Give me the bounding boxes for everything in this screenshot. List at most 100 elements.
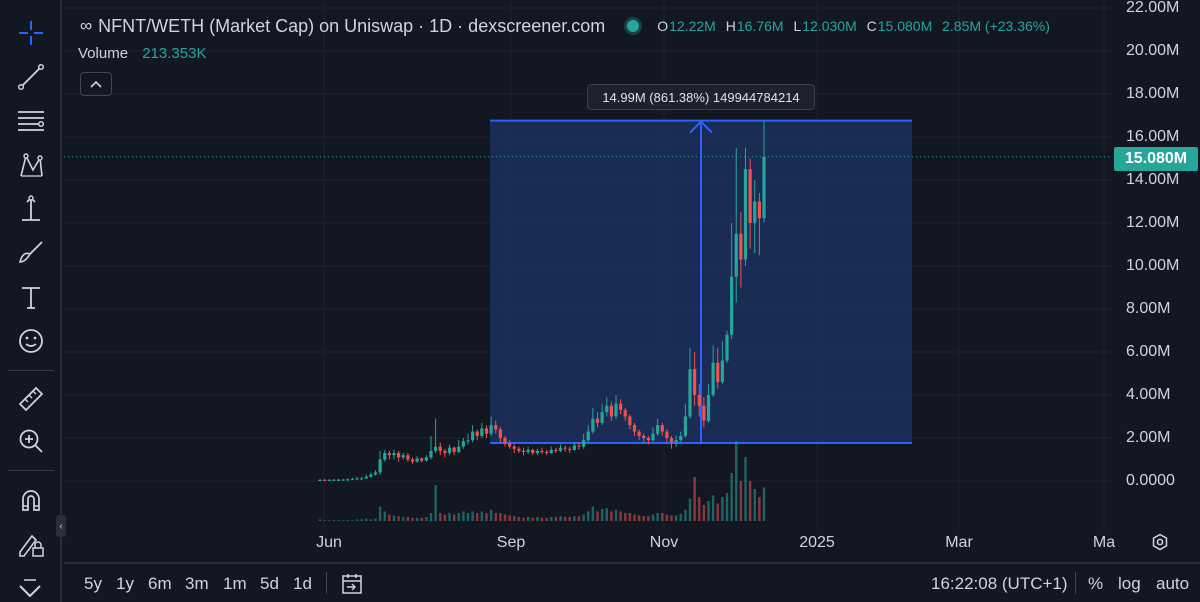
volume-bar bbox=[730, 473, 733, 521]
lock-drawing-tool[interactable] bbox=[10, 526, 52, 564]
candle-body bbox=[401, 455, 405, 458]
open-value: 12.22M bbox=[669, 18, 716, 34]
volume-bar bbox=[508, 515, 511, 521]
chevron-left-icon: ‹ bbox=[59, 520, 63, 532]
brush-tool[interactable] bbox=[10, 234, 52, 272]
volume-bar bbox=[716, 503, 719, 521]
volume-bar bbox=[735, 441, 738, 521]
go-to-date-button[interactable] bbox=[340, 572, 364, 596]
ohlc-values: O12.22M H16.76M L12.030M C15.080M 2.85M … bbox=[657, 18, 1056, 34]
lock-drawing-icon bbox=[19, 534, 44, 557]
candle-body bbox=[438, 446, 442, 451]
price-axis[interactable]: 22.00M 20.00M 18.00M 16.00M 14.00M 12.00M 10.0… bbox=[1112, 0, 1200, 530]
volume-bar bbox=[332, 520, 336, 521]
candle-body bbox=[475, 431, 479, 436]
volume-bar bbox=[711, 495, 715, 521]
text-tool[interactable] bbox=[10, 278, 52, 316]
candle-body bbox=[364, 476, 368, 479]
volume-bar bbox=[388, 514, 391, 521]
range-3m-button[interactable]: 3m bbox=[185, 574, 209, 594]
candle-body bbox=[424, 457, 428, 461]
candle-body bbox=[734, 233, 738, 277]
candle-body bbox=[517, 448, 521, 451]
low-value: 12.030M bbox=[802, 18, 857, 34]
volume-bar bbox=[462, 511, 465, 521]
volume-bar bbox=[665, 514, 669, 521]
volume-bar bbox=[550, 517, 553, 521]
candle-body bbox=[688, 369, 692, 417]
crosshair-tool[interactable] bbox=[10, 14, 52, 52]
volume-bar bbox=[684, 509, 687, 521]
emoji-icon bbox=[19, 329, 43, 353]
candle-body bbox=[327, 479, 331, 481]
volume-bar bbox=[739, 481, 743, 521]
volume-bar bbox=[471, 511, 474, 521]
volume-bar bbox=[610, 511, 613, 521]
collapse-legend-button[interactable] bbox=[80, 72, 112, 96]
open-key: O bbox=[657, 18, 669, 34]
volume-bar bbox=[656, 513, 659, 521]
candle-body bbox=[512, 446, 516, 449]
timezone-clock[interactable]: 16:22:08 (UTC+1) bbox=[931, 574, 1068, 594]
volume-bar bbox=[365, 518, 368, 521]
trash-tool[interactable] bbox=[16, 578, 44, 602]
range-1y-button[interactable]: 1y bbox=[116, 574, 134, 594]
candle-body bbox=[582, 440, 586, 447]
volume-bar bbox=[378, 506, 382, 521]
current-price-label: 15.080M bbox=[1114, 147, 1198, 171]
volume-bar bbox=[600, 509, 604, 521]
range-5d-button[interactable]: 5d bbox=[260, 574, 279, 594]
bottom-divider bbox=[326, 572, 327, 594]
candle-body bbox=[457, 446, 461, 452]
fib-retracement-tool[interactable] bbox=[10, 102, 52, 140]
magnet-tool[interactable] bbox=[10, 482, 52, 520]
candle-body bbox=[656, 425, 660, 434]
candle-body bbox=[480, 428, 484, 436]
magnet-icon bbox=[22, 490, 40, 511]
volume-bar bbox=[651, 514, 655, 521]
volume-bar bbox=[702, 505, 706, 521]
candle-body bbox=[725, 334, 729, 361]
percent-scale-toggle[interactable]: % bbox=[1088, 574, 1103, 594]
zoom-in-tool[interactable] bbox=[10, 422, 52, 460]
volume-bar bbox=[346, 520, 349, 521]
volume-bar bbox=[425, 517, 428, 521]
volume-bar bbox=[758, 497, 761, 521]
time-axis[interactable]: Jun Sep Nov 2025 Mar Ma bbox=[64, 530, 1115, 560]
volume-bar bbox=[476, 513, 479, 521]
toolbar-divider bbox=[8, 470, 54, 471]
trend-line-tool[interactable] bbox=[10, 58, 52, 96]
range-1d-button[interactable]: 1d bbox=[293, 574, 312, 594]
emoji-tool[interactable] bbox=[10, 322, 52, 360]
volume-bar bbox=[397, 516, 400, 521]
ruler-tool[interactable] bbox=[10, 380, 52, 418]
volume-bar bbox=[614, 509, 618, 521]
volume-bar bbox=[661, 513, 664, 521]
candle-body bbox=[397, 453, 401, 458]
volume-bar bbox=[513, 516, 516, 521]
auto-scale-toggle[interactable]: auto bbox=[1156, 574, 1189, 594]
volume-bar bbox=[647, 516, 650, 521]
price-tick-label: 8.00M bbox=[1126, 300, 1171, 317]
range-6m-button[interactable]: 6m bbox=[148, 574, 172, 594]
volume-bar bbox=[360, 519, 363, 521]
candle-body bbox=[540, 450, 544, 452]
collapse-toolbar-handle[interactable]: ‹ bbox=[56, 515, 66, 537]
volume-bar bbox=[480, 511, 484, 521]
chevron-up-icon bbox=[90, 80, 102, 88]
candle-body bbox=[743, 169, 748, 260]
candle-body bbox=[378, 459, 382, 473]
axis-settings-button[interactable] bbox=[1150, 532, 1170, 552]
volume-bar bbox=[545, 517, 548, 521]
candle-body bbox=[508, 443, 512, 447]
high-value: 16.76M bbox=[736, 18, 784, 34]
candle-body bbox=[614, 403, 618, 417]
candle-body bbox=[336, 479, 341, 481]
range-5y-button[interactable]: 5y bbox=[84, 574, 102, 594]
volume-bar bbox=[531, 517, 534, 521]
pattern-tool[interactable] bbox=[10, 146, 52, 184]
measure-tool[interactable] bbox=[10, 190, 52, 228]
range-1m-button[interactable]: 1m bbox=[223, 574, 247, 594]
log-scale-toggle[interactable]: log bbox=[1118, 574, 1141, 594]
drawing-toolbar bbox=[0, 0, 62, 602]
